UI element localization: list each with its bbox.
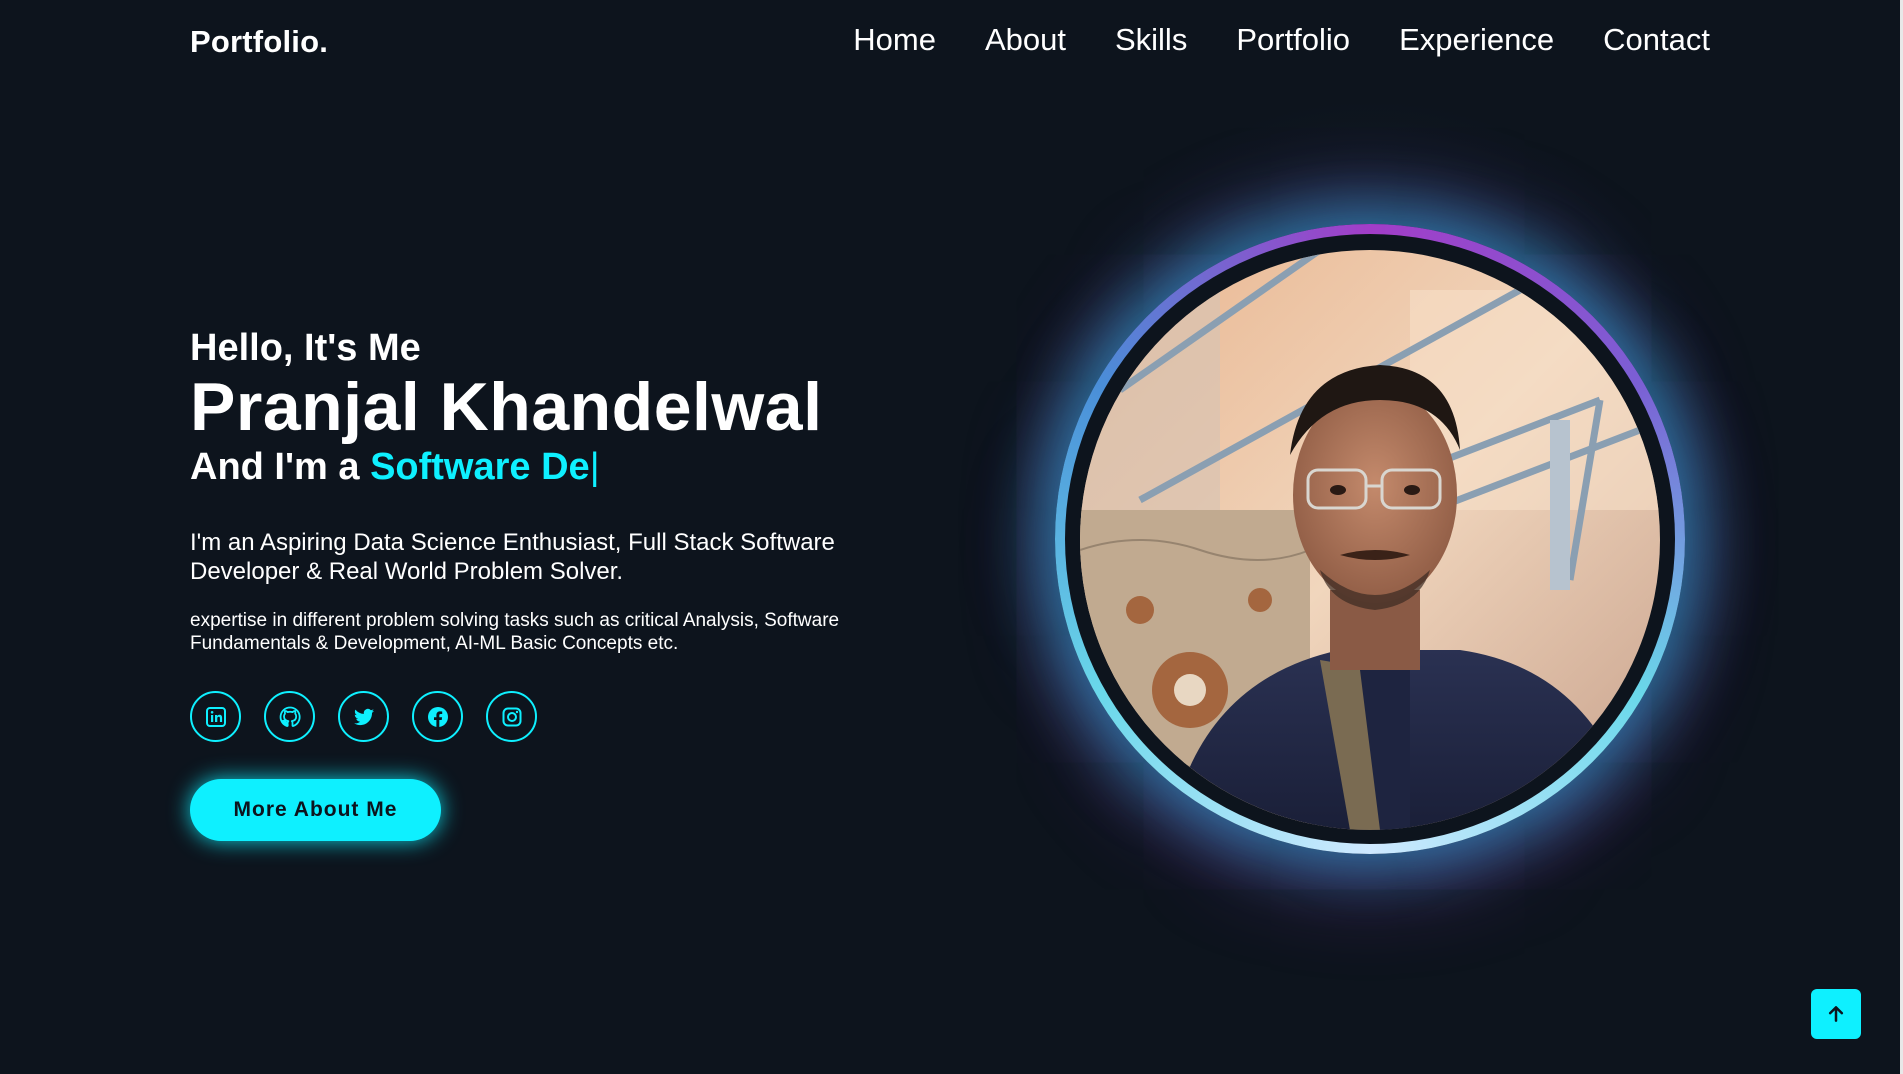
github-link[interactable] [264, 691, 315, 742]
nav-skills[interactable]: Skills [1115, 22, 1187, 58]
scroll-to-top-button[interactable] [1811, 989, 1861, 1039]
instagram-icon [502, 707, 521, 726]
profile-photo [1080, 250, 1660, 830]
hero-description: expertise in different problem solving t… [190, 610, 840, 654]
hero-greeting: Hello, It's Me [190, 327, 421, 369]
nav-portfolio[interactable]: Portfolio [1236, 22, 1350, 58]
nav-contact[interactable]: Contact [1603, 22, 1710, 58]
hero-lead: I'm an Aspiring Data Science Enthusiast,… [190, 529, 835, 585]
twitter-icon [353, 708, 374, 725]
social-links [190, 691, 560, 742]
hero-role: And I'm a Software De| [190, 444, 910, 490]
role-prefix: And I'm a [190, 446, 371, 488]
hero-intro: Hello, It's Me Pranjal Khandelwal And I'… [190, 326, 910, 655]
github-icon [279, 706, 301, 727]
portfolio-page: Portfolio. Home About Skills Portfolio E… [0, 0, 1903, 1074]
main-nav: Home About Skills Portfolio Experience C… [804, 22, 1710, 58]
arrow-up-icon [1828, 1006, 1844, 1022]
facebook-link[interactable] [412, 691, 463, 742]
nav-about[interactable]: About [985, 22, 1066, 58]
twitter-link[interactable] [338, 691, 389, 742]
profile-photo-illustration [1080, 250, 1660, 830]
linkedin-link[interactable] [190, 691, 241, 742]
facebook-icon [427, 706, 448, 727]
site-logo[interactable]: Portfolio. [190, 24, 328, 60]
site-header: Portfolio. Home About Skills Portfolio E… [0, 0, 1900, 86]
nav-experience[interactable]: Experience [1399, 22, 1554, 58]
typing-cursor: | [589, 446, 600, 488]
more-about-me-button[interactable]: More About Me [190, 779, 441, 841]
hero-name: Pranjal Khandelwal [190, 369, 823, 445]
nav-home[interactable]: Home [853, 22, 936, 58]
role-typed-text: Software De [370, 446, 590, 488]
linkedin-icon [205, 706, 226, 727]
instagram-link[interactable] [486, 691, 537, 742]
